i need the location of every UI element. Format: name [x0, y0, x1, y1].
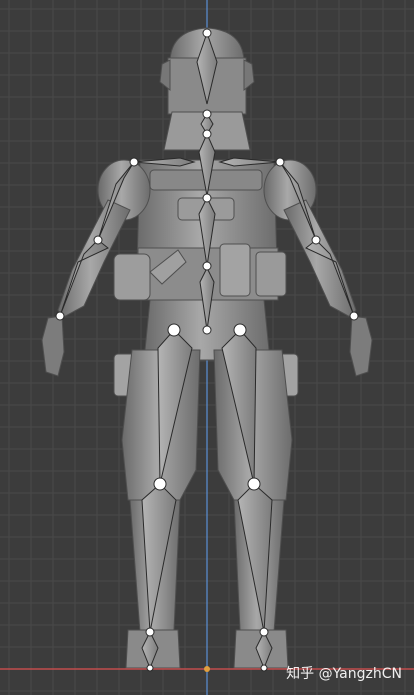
- joint-ankle-left[interactable]: [145, 627, 155, 637]
- watermark: 知乎 @YangzhCN: [286, 663, 402, 683]
- joint-shoulder-right[interactable]: [275, 157, 285, 167]
- watermark-platform: 知乎: [286, 666, 315, 682]
- joint-hip-right[interactable]: [233, 323, 247, 337]
- joint-toe-left[interactable]: [146, 664, 154, 672]
- joint-knee-left[interactable]: [153, 477, 167, 491]
- joint-spine-lower[interactable]: [202, 261, 212, 271]
- joint-wrist-right[interactable]: [349, 311, 359, 321]
- joint-neck[interactable]: [202, 109, 212, 119]
- joint-elbow-left[interactable]: [93, 235, 103, 245]
- watermark-handle: @YangzhCN: [318, 666, 402, 682]
- viewport-canvas[interactable]: [0, 0, 414, 695]
- joint-head-top[interactable]: [202, 28, 212, 38]
- joint-wrist-left[interactable]: [55, 311, 65, 321]
- joint-toe-right[interactable]: [260, 664, 268, 672]
- joint-shoulder-left[interactable]: [129, 157, 139, 167]
- world-origin-marker: [204, 666, 210, 672]
- joint-pelvis[interactable]: [202, 325, 212, 335]
- joint-hip-left[interactable]: [167, 323, 181, 337]
- joint-chest[interactable]: [202, 129, 212, 139]
- 3d-viewport[interactable]: 知乎 @YangzhCN: [0, 0, 414, 695]
- joint-ankle-right[interactable]: [259, 627, 269, 637]
- joint-spine-mid[interactable]: [202, 193, 212, 203]
- joint-knee-right[interactable]: [247, 477, 261, 491]
- joint-elbow-right[interactable]: [311, 235, 321, 245]
